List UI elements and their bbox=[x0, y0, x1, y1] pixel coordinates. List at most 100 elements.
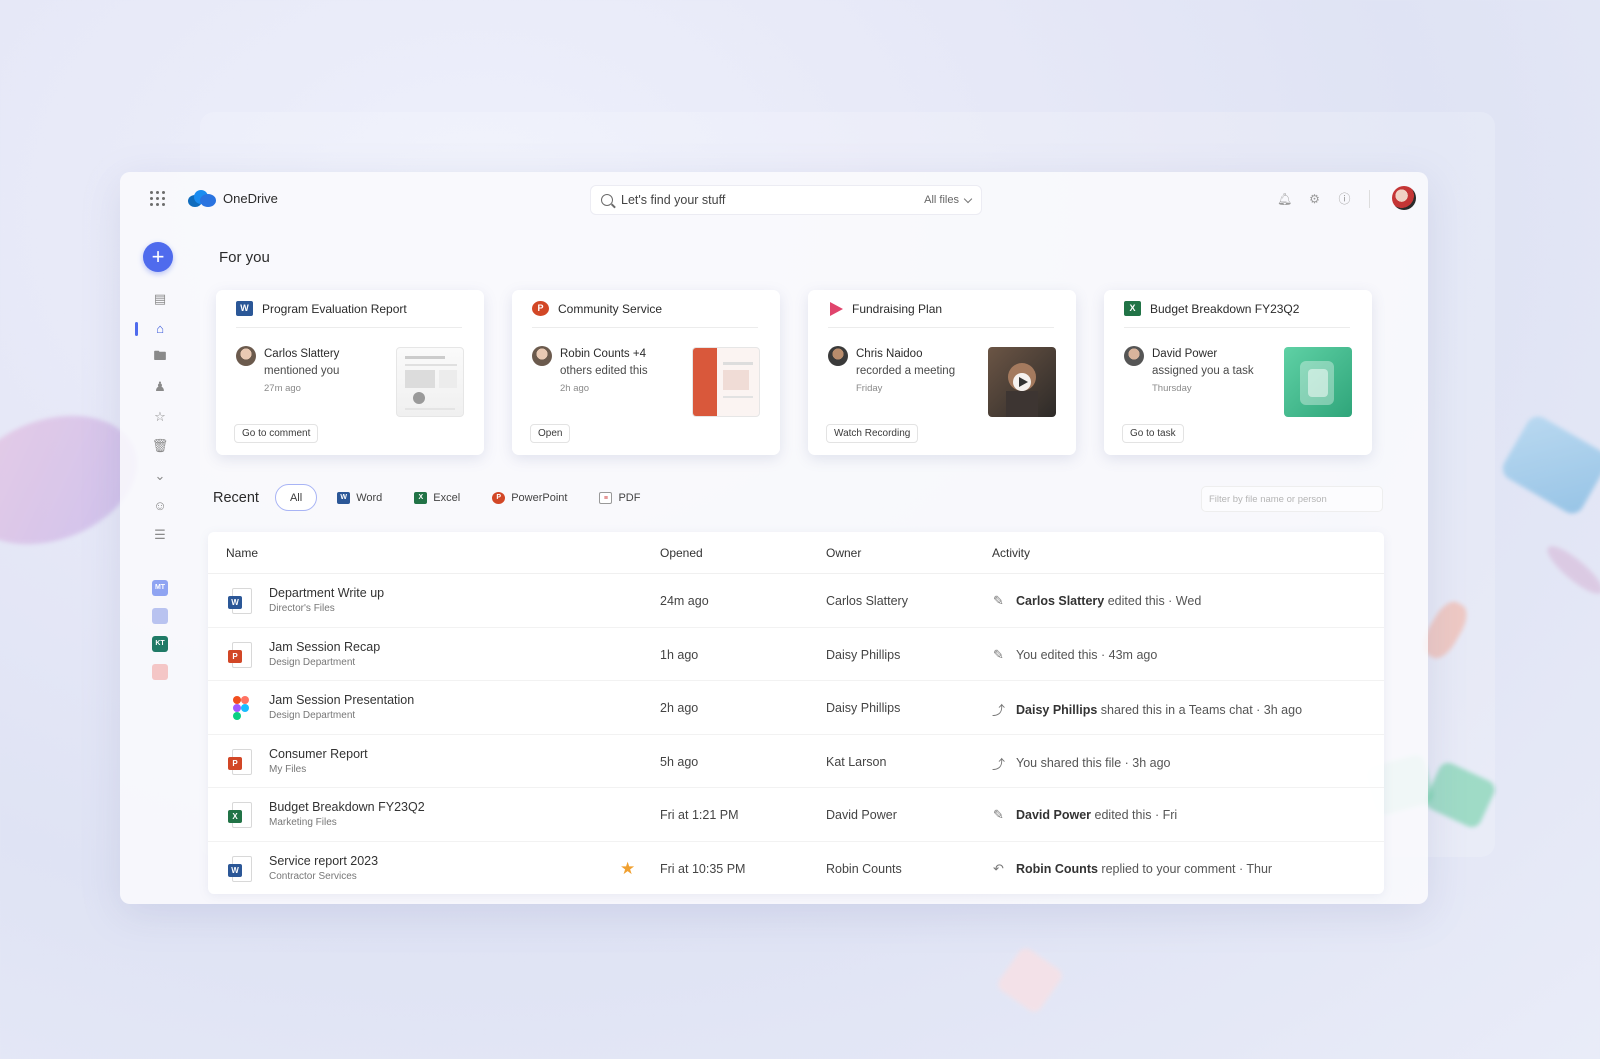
star-icon[interactable]: ★ bbox=[620, 859, 635, 879]
share-icon: ⤴ bbox=[991, 756, 1005, 772]
sidebar-item-my-files[interactable]: 🖿︎ bbox=[140, 343, 180, 373]
create-new-button[interactable]: + bbox=[143, 242, 173, 272]
file-location: Contractor Services bbox=[269, 870, 357, 882]
opened-time: 24m ago bbox=[660, 594, 709, 608]
filter-label: Excel bbox=[433, 491, 461, 504]
rail-app-tiles: MT KT bbox=[140, 579, 180, 680]
app-tile-mt-icon[interactable]: MT bbox=[152, 579, 168, 596]
recent-filter-bar: Recent All W Word X Excel P PowerPoint ≡… bbox=[213, 484, 652, 511]
left-rail: + ▤ ⌂ 🖿︎ ♟ ☆ 🗑︎ ⌄ ☺ ☰ MT KT bbox=[135, 242, 180, 692]
open-button[interactable]: Open bbox=[530, 424, 571, 443]
sidebar-item-panel[interactable]: ▤ bbox=[140, 284, 180, 314]
table-row[interactable]: W Service report 2023 Contractor Service… bbox=[208, 842, 1384, 896]
card-action-text: assigned you a task bbox=[1152, 365, 1254, 377]
card-person: David Power bbox=[1152, 348, 1218, 360]
file-name[interactable]: Budget Breakdown FY23Q2 bbox=[269, 800, 425, 814]
app-tile-icon[interactable] bbox=[152, 607, 168, 624]
card-person: Carlos Slattery bbox=[264, 348, 340, 360]
folder-icon: 🖿︎ bbox=[153, 347, 167, 363]
gear-icon[interactable]: ⚙ bbox=[1307, 192, 1322, 207]
powerpoint-icon: P bbox=[532, 301, 549, 316]
activity-text: edited this · Wed bbox=[1107, 594, 1202, 608]
sidebar-item-recycle-bin[interactable]: 🗑︎ bbox=[140, 432, 180, 462]
bell-icon[interactable]: 🔔︎ bbox=[1277, 192, 1292, 207]
excel-icon: X bbox=[414, 491, 428, 504]
word-icon: W bbox=[236, 301, 253, 316]
activity-text: replied to your comment · Thur bbox=[1101, 861, 1273, 876]
activity: ⤴ Daisy Phillips shared this in a Teams … bbox=[991, 700, 1302, 719]
app-launcher-icon[interactable] bbox=[150, 191, 166, 207]
app-tile-icon[interactable] bbox=[152, 663, 168, 680]
file-name[interactable]: Jam Session Recap bbox=[269, 640, 380, 654]
column-name[interactable]: Name bbox=[226, 546, 258, 560]
activity-person: Daisy Phillips bbox=[1016, 702, 1098, 717]
figma-file-icon bbox=[228, 695, 252, 721]
table-row[interactable]: Jam Session Presentation Design Departme… bbox=[208, 681, 1384, 735]
filter-all[interactable]: All bbox=[274, 484, 318, 511]
search-scope-dropdown[interactable]: All files bbox=[924, 194, 973, 206]
for-you-card[interactable]: Fundraising Plan Chris Naidoo recorded a… bbox=[808, 290, 1076, 455]
stream-icon bbox=[830, 301, 843, 316]
sidebar-item-people[interactable]: ☺ bbox=[140, 491, 180, 521]
background-shape bbox=[1541, 539, 1600, 601]
opened-time: 2h ago bbox=[660, 701, 699, 715]
search-icon bbox=[601, 194, 613, 206]
filter-input[interactable] bbox=[1201, 486, 1383, 512]
watch-recording-button[interactable]: Watch Recording bbox=[826, 424, 919, 443]
video-thumbnail[interactable] bbox=[988, 347, 1056, 417]
card-title: Program Evaluation Report bbox=[262, 301, 407, 316]
for-you-card[interactable]: P Community Service Robin Counts +4 othe… bbox=[512, 290, 780, 455]
table-row[interactable]: P Jam Session Recap Design Department 1h… bbox=[208, 628, 1384, 681]
activity-person: David Power bbox=[1016, 808, 1092, 822]
for-you-card[interactable]: W Program Evaluation Report Carlos Slatt… bbox=[216, 290, 484, 455]
sidebar-item-home[interactable]: ⌂ bbox=[135, 314, 180, 344]
avatar bbox=[1124, 346, 1144, 366]
chevron-down-icon bbox=[963, 194, 973, 203]
filter-pdf[interactable]: ≡ PDF bbox=[587, 484, 652, 511]
avatar[interactable] bbox=[1392, 186, 1416, 210]
filter-excel[interactable]: X Excel bbox=[402, 484, 472, 511]
for-you-card[interactable]: X Budget Breakdown FY23Q2 David Power as… bbox=[1104, 290, 1372, 455]
card-time: Thursday bbox=[1152, 383, 1192, 394]
table-row[interactable]: W Department Write up Director's Files 2… bbox=[208, 574, 1384, 628]
avatar bbox=[532, 346, 552, 366]
activity: ✎ Carlos Slattery edited this · Wed bbox=[991, 593, 1201, 609]
for-you-cards: W Program Evaluation Report Carlos Slatt… bbox=[216, 290, 1372, 455]
sidebar-item-favorites[interactable]: ☆ bbox=[140, 402, 180, 432]
search-box[interactable]: All files bbox=[590, 185, 982, 215]
recent-files-table: Name Opened Owner Activity W Department … bbox=[208, 532, 1384, 894]
brand[interactable]: OneDrive bbox=[188, 189, 278, 207]
go-to-task-button[interactable]: Go to task bbox=[1122, 424, 1184, 443]
search-scope-label: All files bbox=[924, 194, 959, 206]
column-activity[interactable]: Activity bbox=[992, 546, 1030, 560]
sidebar-item-more[interactable]: ⌄ bbox=[140, 461, 180, 491]
table-row[interactable]: X Budget Breakdown FY23Q2 Marketing File… bbox=[208, 788, 1384, 842]
filter-word[interactable]: W Word bbox=[325, 484, 394, 511]
excel-file-icon: X bbox=[228, 802, 252, 828]
file-name[interactable]: Department Write up bbox=[269, 586, 384, 600]
person-icon: ☺ bbox=[153, 497, 167, 513]
activity: ✎ David Power edited this · Fri bbox=[991, 807, 1177, 823]
panel-icon: ▤ bbox=[153, 290, 167, 306]
file-location: Design Department bbox=[269, 656, 356, 668]
card-action-text: recorded a meeting bbox=[856, 365, 956, 377]
file-name[interactable]: Consumer Report bbox=[269, 747, 368, 761]
sidebar-item-meetings[interactable]: ☰ bbox=[140, 520, 180, 550]
sidebar-item-shared[interactable]: ♟ bbox=[140, 373, 180, 403]
table-row[interactable]: P Consumer Report My Files 5h ago Kat La… bbox=[208, 735, 1384, 788]
word-icon: W bbox=[337, 491, 351, 504]
column-opened[interactable]: Opened bbox=[660, 546, 703, 560]
file-name[interactable]: Jam Session Presentation bbox=[269, 693, 414, 707]
list-icon: ☰ bbox=[154, 526, 166, 542]
card-title: Fundraising Plan bbox=[852, 301, 943, 316]
column-owner[interactable]: Owner bbox=[826, 546, 861, 560]
owner: David Power bbox=[826, 808, 897, 822]
owner: Daisy Phillips bbox=[826, 647, 901, 662]
powerpoint-file-icon: P bbox=[228, 641, 252, 668]
file-name[interactable]: Service report 2023 bbox=[269, 854, 378, 868]
search-input[interactable] bbox=[621, 193, 911, 207]
app-tile-kt-icon[interactable]: KT bbox=[152, 635, 168, 652]
go-to-comment-button[interactable]: Go to comment bbox=[234, 424, 319, 443]
help-icon[interactable]: ⓘ bbox=[1337, 192, 1352, 207]
filter-powerpoint[interactable]: P PowerPoint bbox=[480, 484, 579, 511]
